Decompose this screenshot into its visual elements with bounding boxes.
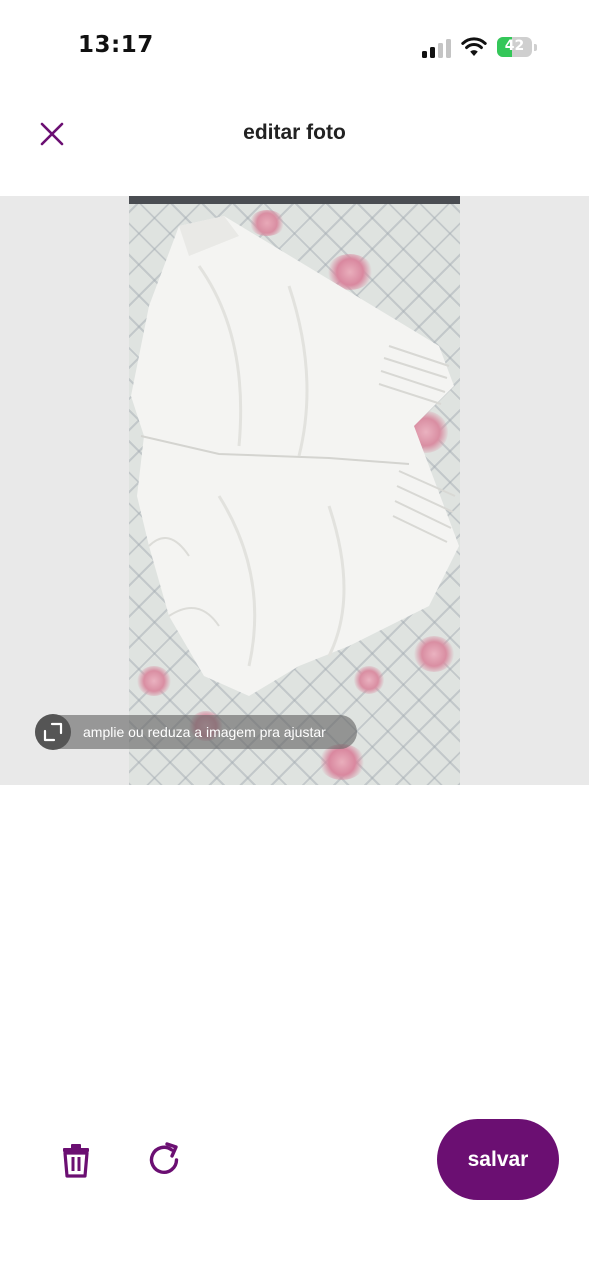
status-time: 13:17 xyxy=(78,32,154,58)
resize-icon xyxy=(43,722,63,742)
resize-button[interactable] xyxy=(35,714,71,750)
battery-cap xyxy=(534,44,537,51)
rotate-photo-button[interactable] xyxy=(143,1138,187,1182)
white-shorts-garment xyxy=(131,216,459,696)
battery-level: 42 xyxy=(504,38,525,54)
rotate-icon xyxy=(149,1142,179,1174)
signal-icon xyxy=(422,39,452,58)
image-editor-canvas[interactable] xyxy=(0,196,589,785)
status-bar: 13:17 42 xyxy=(0,0,589,96)
wifi-icon xyxy=(461,37,487,56)
zoom-hint-text: amplie ou reduza a imagem pra ajustar xyxy=(83,724,326,740)
battery-icon: 42 xyxy=(497,37,532,57)
delete-photo-button[interactable] xyxy=(55,1138,97,1182)
trash-icon xyxy=(63,1144,89,1178)
page-title: editar foto xyxy=(243,121,346,144)
product-photo[interactable] xyxy=(129,196,460,785)
save-button[interactable]: salvar xyxy=(437,1119,559,1200)
